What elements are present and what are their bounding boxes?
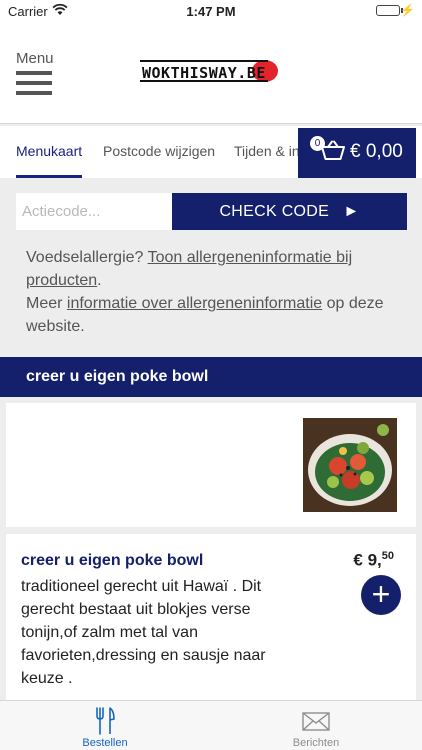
tab-tijden[interactable]: Tijden & in bbox=[234, 126, 298, 178]
category-image-card bbox=[6, 403, 416, 527]
fork-knife-icon bbox=[55, 707, 155, 735]
play-arrow-icon: ► bbox=[333, 203, 360, 220]
tab-bestellen[interactable]: Bestellen bbox=[55, 701, 155, 750]
price-main: € 9, bbox=[353, 550, 382, 570]
cart-button[interactable]: 0 € 0,00 bbox=[298, 128, 416, 178]
hamburger-icon bbox=[16, 71, 56, 95]
plus-icon: + bbox=[371, 576, 391, 612]
tab-berichten[interactable]: Berichten bbox=[266, 701, 366, 750]
battery-icon bbox=[376, 5, 400, 16]
envelope-icon bbox=[266, 707, 366, 735]
bottom-tab-bar: Bestellen Berichten bbox=[0, 700, 422, 750]
cart-count-badge: 0 bbox=[310, 136, 325, 151]
product-price: € 9,50 bbox=[353, 550, 394, 571]
allergy-period: . bbox=[97, 272, 102, 289]
cart-total: € 0,00 bbox=[350, 141, 403, 162]
allergen-more-link[interactable]: informatie over allergeneninformatie bbox=[67, 295, 322, 312]
allergy-question: Voedselallergie? bbox=[26, 249, 144, 266]
promo-code-form: CHECK CODE ► bbox=[16, 193, 407, 230]
logo-text: WOKTHISWAY.BE bbox=[140, 60, 268, 82]
menu-button[interactable]: Menu bbox=[16, 50, 56, 100]
app-header: Menu WOKTHISWAY.BE bbox=[0, 22, 422, 124]
brand-logo: WOKTHISWAY.BE bbox=[140, 60, 280, 82]
tab-postcode-wijzigen[interactable]: Postcode wijzigen bbox=[103, 126, 215, 178]
section-header: creer u eigen poke bowl bbox=[0, 357, 422, 397]
status-bar: Carrier 1:47 PM ⚡ bbox=[0, 0, 422, 22]
tab-tijden-clip: Tijden & in bbox=[234, 126, 298, 178]
charging-icon: ⚡ bbox=[400, 3, 415, 17]
product-description: traditioneel gerecht uit Hawaï . Dit ger… bbox=[21, 578, 266, 687]
promo-code-input[interactable] bbox=[16, 193, 172, 230]
product-card[interactable]: creer u eigen poke bowl € 9,50 tradition… bbox=[6, 534, 416, 704]
allergy-more: Meer bbox=[26, 295, 63, 312]
menu-label: Menu bbox=[16, 50, 54, 67]
price-cents: 50 bbox=[381, 550, 394, 562]
add-to-cart-button[interactable]: + bbox=[361, 575, 401, 615]
check-code-button[interactable]: CHECK CODE ► bbox=[172, 193, 407, 230]
product-name: creer u eigen poke bowl bbox=[21, 552, 204, 569]
allergy-info: Voedselallergie? Toon allergeneninformat… bbox=[26, 246, 396, 338]
tab-berichten-label: Berichten bbox=[292, 737, 340, 749]
poke-bowl-image bbox=[303, 418, 397, 512]
tab-menukaart[interactable]: Menukaart bbox=[16, 126, 83, 178]
tab-bestellen-label: Bestellen bbox=[82, 737, 128, 749]
clock: 1:47 PM bbox=[186, 4, 236, 19]
check-code-label: CHECK CODE bbox=[219, 203, 330, 220]
